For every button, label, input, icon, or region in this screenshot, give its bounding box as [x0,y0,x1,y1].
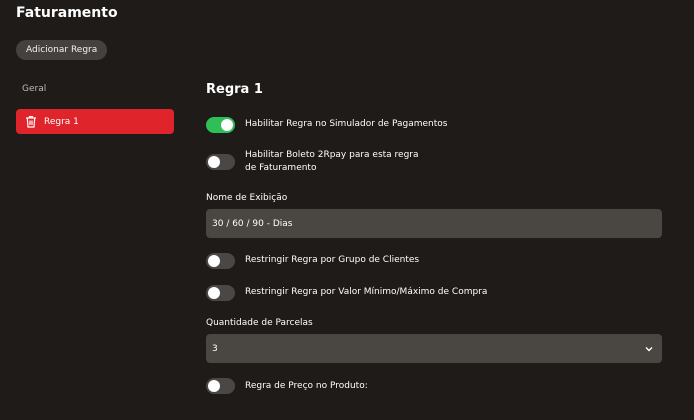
toggle-knob [208,380,220,392]
toggle-knob [221,119,233,131]
boleto-toggle[interactable] [206,154,235,170]
simulator-toggle[interactable] [206,117,235,133]
installments-select-value: 3 [212,343,218,354]
purchase-value-toggle-label: Restringir Regra por Valor Mínimo/Máximo… [245,287,488,297]
boleto-toggle-label-line2: de Faturamento [245,163,317,173]
purchase-value-toggle[interactable] [206,285,235,301]
trash-icon[interactable] [25,115,37,128]
installments-label: Quantidade de Parcelas [206,318,313,328]
sidebar-item-label: Regra 1 [44,116,79,127]
display-name-input[interactable] [206,209,662,238]
sidebar-item-rule-1[interactable]: Regra 1 [16,109,174,134]
display-name-label: Nome de Exibição [206,193,288,203]
toggle-knob [208,255,220,267]
page-title: Faturamento [16,5,118,21]
toggle-knob [208,156,220,168]
add-rule-button[interactable]: Adicionar Regra [16,40,108,60]
boleto-toggle-label-line1: Habilitar Boleto 2Rpay para esta regra [245,150,419,160]
chevron-down-icon [644,344,654,354]
toggle-knob [208,287,220,299]
product-price-toggle-label: Regra de Preço no Produto: [245,381,368,391]
simulator-toggle-label: Habilitar Regra no Simulador de Pagament… [245,119,448,129]
rule-title: Regra 1 [206,82,263,97]
sidebar-heading-general[interactable]: Geral [22,84,46,94]
client-group-toggle-label: Restringir Regra por Grupo de Clientes [245,255,420,265]
installments-select[interactable]: 3 [206,334,662,363]
client-group-toggle[interactable] [206,253,235,269]
boleto-toggle-label: Habilitar Boleto 2Rpay para esta regra d… [245,149,419,175]
product-price-toggle[interactable] [206,378,235,394]
